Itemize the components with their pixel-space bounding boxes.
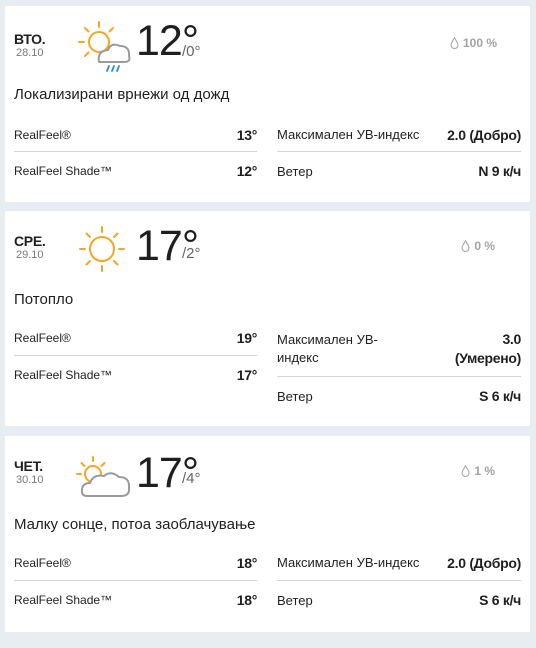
sun-cloud-icon <box>76 456 131 497</box>
day-name: ЧЕТ. <box>14 458 43 474</box>
day-date: 29.10 <box>16 249 44 261</box>
uv-index-row: Максимален УВ- индекс 3.0 (Умерено) <box>277 321 521 377</box>
raindrop-icon <box>450 37 459 49</box>
uv-wind-column: Максимален УВ-индекс 2.0 (Добро) Ветер N… <box>277 118 521 190</box>
uv-index-label: Максимален УВ-индекс <box>277 555 420 570</box>
uv-index-value: 2.0 (Добро) <box>447 554 521 571</box>
wind-value: S 6 к/ч <box>479 592 521 608</box>
wind-row: Ветер S 6 к/ч <box>277 581 521 619</box>
realfeel-column: RealFeel® 13° RealFeel Shade™ 12° <box>14 118 257 190</box>
realfeel-shade-row: RealFeel Shade™ 17° <box>14 356 257 394</box>
card-header: ВТО. 28.10 12° /0° 100 % <box>5 6 530 78</box>
realfeel-label: RealFeel® <box>14 555 71 570</box>
raindrop-icon <box>461 465 470 477</box>
realfeel-label: RealFeel® <box>14 330 71 345</box>
wind-label: Ветер <box>277 592 313 608</box>
day-name: ВТО. <box>14 31 46 47</box>
day-name: СРЕ. <box>14 233 46 249</box>
forecast-card-tuesday[interactable]: ВТО. 28.10 12° /0° 100 % Локализирани вр… <box>5 6 530 202</box>
uv-index-value-line2: (Умерено) <box>454 349 521 366</box>
uv-index-row: Максимален УВ-индекс 2.0 (Добро) <box>277 118 521 152</box>
realfeel-column: RealFeel® 18° RealFeel Shade™ 18° <box>14 545 257 619</box>
realfeel-row: RealFeel® 19° <box>14 320 257 356</box>
precipitation-value: 0 % <box>474 239 495 253</box>
sun-cloud-rain-icon <box>78 21 131 72</box>
uv-index-label-line1: Максимален УВ- <box>277 331 378 347</box>
weather-phrase: Малку сонце, потоа заоблачување <box>14 516 256 533</box>
realfeel-column: RealFeel® 19° RealFeel Shade™ 17° <box>14 320 257 394</box>
realfeel-shade-label: RealFeel Shade™ <box>14 164 113 178</box>
realfeel-shade-label: RealFeel Shade™ <box>14 593 113 607</box>
uv-index-value: 2.0 (Добро) <box>447 126 521 143</box>
realfeel-shade-value: 17° <box>236 367 258 383</box>
realfeel-value: 18° <box>236 554 258 571</box>
low-temperature: /0° <box>182 43 201 60</box>
precipitation: 100 % <box>450 36 497 50</box>
wind-row: Ветер N 9 к/ч <box>277 152 521 190</box>
card-header: ЧЕТ. 30.10 17° /4° 1 % <box>5 436 530 508</box>
low-temperature: /2° <box>182 245 201 262</box>
uv-index-value-line1: 3.0 <box>502 330 521 347</box>
wind-row: Ветер S 6 к/ч <box>277 377 521 415</box>
realfeel-row: RealFeel® 13° <box>14 118 257 152</box>
precipitation-value: 1 % <box>474 464 495 478</box>
realfeel-label: RealFeel® <box>14 127 71 142</box>
uv-wind-column: Максимален УВ- индекс 3.0 (Умерено) Вете… <box>277 321 521 415</box>
wind-value: S 6 к/ч <box>479 388 521 404</box>
uv-index-row: Максимален УВ-индекс 2.0 (Добро) <box>277 545 521 581</box>
weather-phrase: Потопло <box>14 291 74 308</box>
realfeel-shade-label: RealFeel Shade™ <box>14 368 113 382</box>
realfeel-value: 19° <box>236 329 258 346</box>
day-date: 28.10 <box>16 47 44 59</box>
uv-index-value: 3.0 (Умерено) <box>455 330 521 368</box>
card-header: СРЕ. 29.10 17° /2° 0 % <box>5 211 530 283</box>
realfeel-row: RealFeel® 18° <box>14 545 257 581</box>
precipitation: 1 % <box>461 464 495 478</box>
forecast-card-thursday[interactable]: ЧЕТ. 30.10 17° /4° 1 % Малку сонце, пото… <box>5 436 530 632</box>
realfeel-shade-value: 12° <box>236 163 258 179</box>
low-temperature: /4° <box>182 470 201 487</box>
sun-icon <box>79 226 125 272</box>
raindrop-icon <box>461 240 470 252</box>
weather-phrase: Локализирани врнежи од дожд <box>14 86 230 103</box>
forecast-card-wednesday[interactable]: СРЕ. 29.10 17° /2° 0 % Потопло RealFeel® <box>5 211 530 426</box>
precipitation-value: 100 % <box>462 36 497 50</box>
wind-value: N 9 к/ч <box>478 163 521 179</box>
uv-index-label: Максимален УВ-индекс <box>277 127 420 142</box>
realfeel-value: 13° <box>236 126 258 143</box>
day-date: 30.10 <box>16 474 44 486</box>
precipitation: 0 % <box>461 239 495 253</box>
uv-index-label: Максимален УВ- индекс <box>277 331 378 367</box>
realfeel-shade-value: 18° <box>236 592 258 608</box>
uv-wind-column: Максимален УВ-индекс 2.0 (Добро) Ветер S… <box>277 545 521 619</box>
uv-index-label-line2: индекс <box>277 349 319 365</box>
realfeel-shade-row: RealFeel Shade™ 12° <box>14 152 257 190</box>
realfeel-shade-row: RealFeel Shade™ 18° <box>14 581 257 619</box>
wind-label: Ветер <box>277 163 313 179</box>
wind-label: Ветер <box>277 388 313 404</box>
